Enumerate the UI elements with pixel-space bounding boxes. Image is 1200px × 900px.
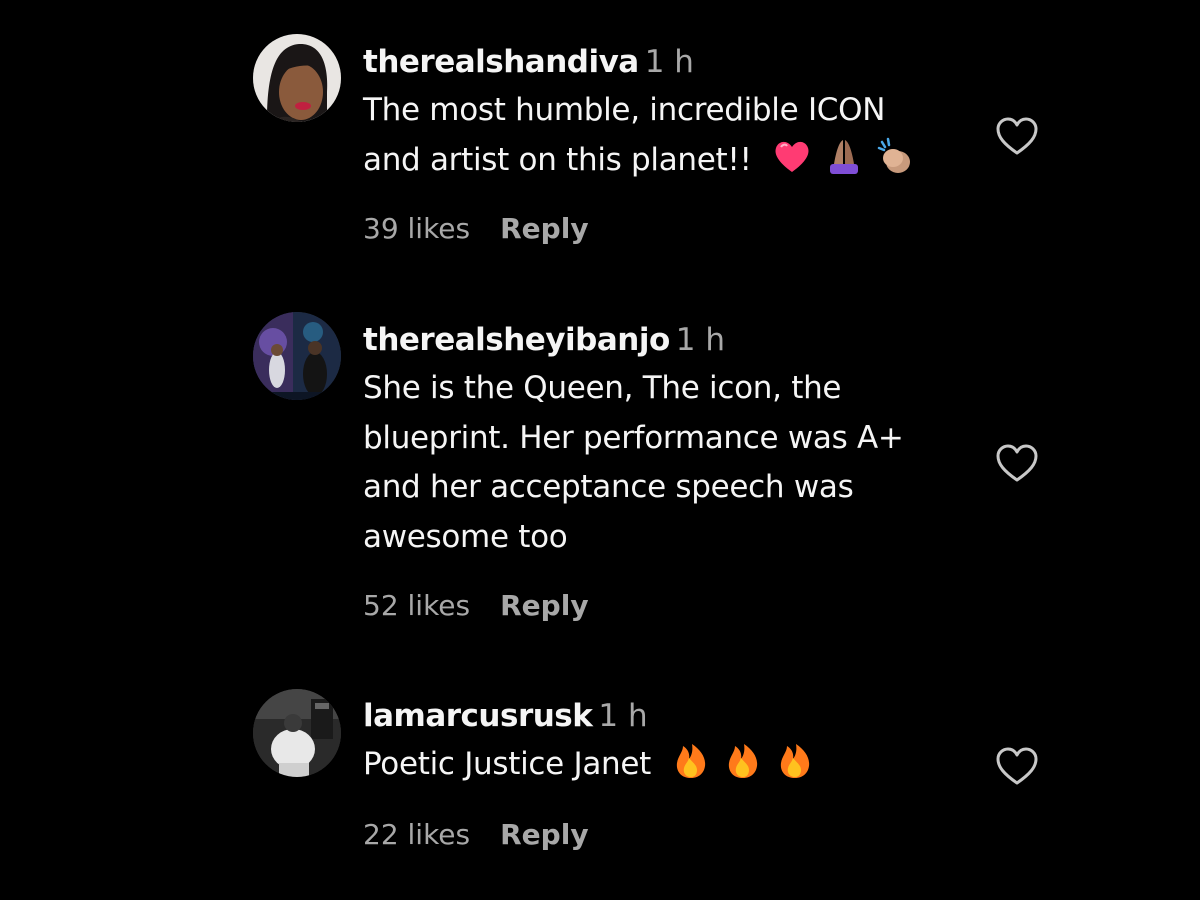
- heart-emoji: [772, 136, 812, 176]
- comment-text-fragment: Poetic Justice Janet: [363, 746, 651, 782]
- timestamp[interactable]: 1 h: [598, 698, 647, 734]
- reply-button[interactable]: Reply: [500, 212, 588, 245]
- avatar[interactable]: [253, 34, 341, 122]
- fire-emoji: [723, 740, 763, 780]
- fire-emoji: [775, 740, 815, 780]
- comment-text: The most humble, incredible ICON and art…: [363, 86, 963, 185]
- fire-emoji: [671, 740, 711, 780]
- heart-outline-icon[interactable]: [994, 745, 1040, 787]
- comment-meta: 52 likes Reply: [363, 588, 589, 624]
- clapping-hands-emoji: [876, 136, 916, 176]
- comment-meta: 22 likes Reply: [363, 817, 589, 853]
- comment-text-fragment: and artist on this planet!!: [363, 141, 752, 178]
- heart-outline-icon[interactable]: [994, 442, 1040, 484]
- comment-header: therealshandiva 1 h: [363, 42, 694, 82]
- username[interactable]: therealshandiva: [363, 44, 639, 80]
- comment-header: therealsheyibanjo 1 h: [363, 320, 725, 360]
- reply-button[interactable]: Reply: [500, 818, 588, 851]
- comment-text-line: blueprint. Her performance was A+: [363, 419, 904, 456]
- avatar[interactable]: [253, 312, 341, 400]
- praying-hands-emoji: [824, 136, 864, 176]
- comment-text-line: and her acceptance speech was: [363, 469, 854, 505]
- comment-text-line: Poetic Justice Janet: [363, 740, 963, 790]
- comment-text: Poetic Justice Janet: [363, 740, 963, 790]
- username[interactable]: lamarcusrusk: [363, 698, 593, 734]
- username[interactable]: therealsheyibanjo: [363, 322, 670, 358]
- likes-count[interactable]: 52 likes: [363, 589, 470, 622]
- comment-text-line: and artist on this planet!!: [363, 136, 963, 186]
- heart-outline-icon[interactable]: [994, 115, 1040, 157]
- comment-text: She is the Queen, The icon, the blueprin…: [363, 364, 963, 562]
- reply-button[interactable]: Reply: [500, 589, 588, 622]
- avatar[interactable]: [253, 689, 341, 777]
- comment-header: lamarcusrusk 1 h: [363, 696, 648, 736]
- comment-text-line: The most humble, incredible ICON: [363, 92, 886, 128]
- comment-text-line: She is the Queen, The icon, the: [363, 370, 842, 406]
- timestamp[interactable]: 1 h: [645, 44, 694, 80]
- likes-count[interactable]: 39 likes: [363, 212, 470, 245]
- timestamp[interactable]: 1 h: [676, 322, 725, 358]
- likes-count[interactable]: 22 likes: [363, 818, 470, 851]
- comment-text-line: awesome too: [363, 518, 568, 555]
- comment-meta: 39 likes Reply: [363, 211, 589, 247]
